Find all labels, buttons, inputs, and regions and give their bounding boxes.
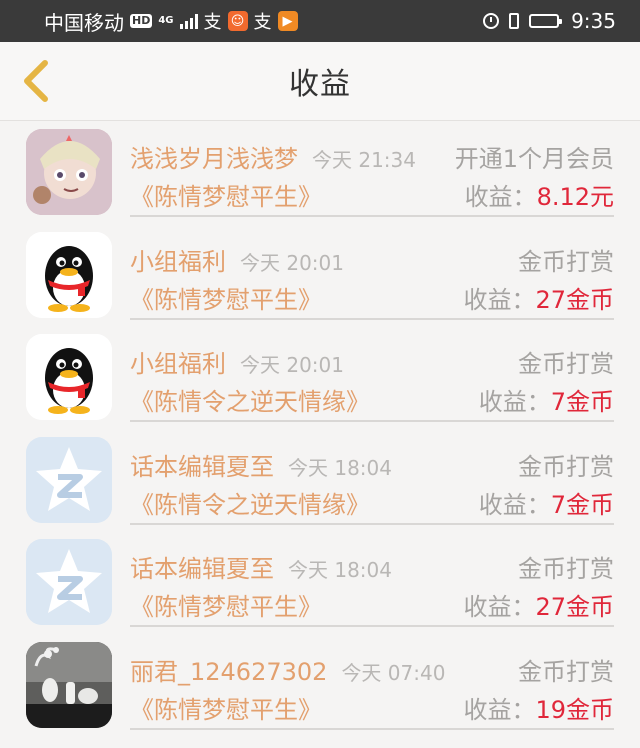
earning: 收益：27金币 bbox=[463, 587, 614, 622]
earning: 收益：27金币 bbox=[463, 280, 614, 315]
record-content: 话本编辑夏至 今天 18:04 金币打赏 《陈情梦慰平生》 收益：27金币 bbox=[130, 531, 614, 627]
record-type: 金币打赏 bbox=[518, 350, 614, 378]
alipay-notification-icon: 支 bbox=[203, 12, 222, 33]
page-title: 收益 bbox=[289, 67, 351, 102]
list-item[interactable]: 小组福利 今天 20:01 金币打赏 《陈情梦慰平生》 收益：27金币 bbox=[0, 224, 640, 327]
earning-value: 19金币 bbox=[535, 695, 614, 724]
record-time: 今天 20:01 bbox=[240, 250, 344, 275]
alipay-notification-icon: 支 bbox=[253, 12, 272, 33]
app-notification-icon: ☺ bbox=[227, 11, 248, 31]
alarm-icon bbox=[483, 13, 500, 29]
earning-label: 收益： bbox=[478, 388, 551, 416]
qq-penguin-avatar bbox=[26, 334, 112, 420]
battery-icon bbox=[529, 14, 563, 28]
qq-penguin-avatar bbox=[26, 231, 112, 318]
earning-label: 收益： bbox=[463, 285, 536, 314]
nav-bar: 收益 bbox=[0, 42, 640, 121]
chevron-left-icon bbox=[24, 60, 48, 102]
back-button[interactable] bbox=[14, 56, 58, 106]
qzone-star-avatar bbox=[26, 539, 112, 625]
record-content: 丽君_124627302 今天 07:40 金币打赏 《陈情梦慰平生》 收益：19… bbox=[130, 634, 614, 730]
record-type: 金币打赏 bbox=[518, 247, 614, 276]
sender-name: 话本编辑夏至 bbox=[130, 452, 274, 481]
record-time: 今天 07:40 bbox=[341, 660, 446, 685]
earning-label: 收益： bbox=[463, 593, 536, 621]
book-title: 《陈情梦慰平生》 bbox=[130, 285, 322, 314]
list-item[interactable]: 浅浅岁月浅浅梦 今天 21:34 开通1个月会员 《陈情梦慰平生》 收益：8.12… bbox=[0, 121, 640, 224]
hd-badge: HD bbox=[130, 14, 153, 28]
earning-value: 7金币 bbox=[550, 490, 614, 519]
list-item[interactable]: 话本编辑夏至 今天 18:04 金币打赏 《陈情梦慰平生》 收益：27金币 bbox=[0, 531, 640, 634]
book-title: 《陈情令之逆天情缘》 bbox=[130, 388, 370, 416]
earning: 收益：7金币 bbox=[479, 485, 614, 520]
list-item[interactable]: 话本编辑夏至 今天 18:04 金币打赏 《陈情令之逆天情缘》 收益：7金币 bbox=[0, 429, 640, 532]
record-time: 今天 20:01 bbox=[240, 353, 344, 377]
video-app-notification-icon: ▶ bbox=[277, 11, 298, 31]
record-content: 话本编辑夏至 今天 18:04 金币打赏 《陈情令之逆天情缘》 收益：7金币 bbox=[130, 429, 614, 525]
sender-name: 小组福利 bbox=[130, 247, 226, 276]
record-type: 金币打赏 bbox=[518, 452, 614, 481]
earning: 收益：7金币 bbox=[479, 382, 614, 417]
list-item[interactable]: 丽君_124627302 今天 07:40 金币打赏 《陈情梦慰平生》 收益：19… bbox=[0, 634, 640, 737]
earning-label: 收益： bbox=[478, 490, 551, 519]
earning-label: 收益： bbox=[463, 695, 536, 724]
list-item[interactable]: 小组福利 今天 20:01 金币打赏 《陈情令之逆天情缘》 收益：7金币 bbox=[0, 326, 640, 429]
book-title: 《陈情梦慰平生》 bbox=[130, 695, 322, 724]
record-content: 浅浅岁月浅浅梦 今天 21:34 开通1个月会员 《陈情梦慰平生》 收益：8.12… bbox=[130, 121, 614, 217]
earning-value: 27金币 bbox=[535, 285, 614, 314]
record-type: 金币打赏 bbox=[518, 657, 614, 686]
status-bar-left: 中国移动 HD 4G 支 ☺ 支 ▶ bbox=[44, 7, 298, 36]
status-bar-right: 9:35 bbox=[483, 9, 616, 33]
earning: 收益：8.12元 bbox=[465, 177, 614, 212]
network-type: 4G bbox=[158, 15, 174, 26]
earnings-list: 浅浅岁月浅浅梦 今天 21:34 开通1个月会员 《陈情梦慰平生》 收益：8.12… bbox=[0, 121, 640, 736]
qzone-star-avatar bbox=[26, 436, 112, 523]
record-content: 小组福利 今天 20:01 金币打赏 《陈情令之逆天情缘》 收益：7金币 bbox=[130, 326, 614, 422]
vase-photo-avatar bbox=[26, 641, 112, 728]
cartoon-girl-avatar bbox=[26, 129, 112, 215]
book-title: 《陈情梦慰平生》 bbox=[130, 593, 322, 621]
carrier-label: 中国移动 bbox=[44, 10, 124, 35]
earning-value: 8.12元 bbox=[536, 183, 614, 211]
record-type: 金币打赏 bbox=[518, 555, 614, 583]
record-type: 开通1个月会员 bbox=[454, 145, 614, 173]
earning-label: 收益： bbox=[464, 183, 537, 211]
earning-value: 7金币 bbox=[550, 388, 614, 416]
status-bar: 中国移动 HD 4G 支 ☺ 支 ▶ 9:35 bbox=[0, 0, 640, 42]
book-title: 《陈情梦慰平生》 bbox=[130, 183, 322, 211]
record-time: 今天 21:34 bbox=[312, 148, 416, 172]
status-time: 9:35 bbox=[571, 9, 616, 33]
book-title: 《陈情令之逆天情缘》 bbox=[130, 490, 370, 519]
record-time: 今天 18:04 bbox=[288, 558, 392, 582]
record-time: 今天 18:04 bbox=[288, 455, 392, 480]
signal-icon bbox=[179, 13, 198, 29]
sender-name: 话本编辑夏至 bbox=[130, 555, 274, 583]
sender-name: 浅浅岁月浅浅梦 bbox=[130, 145, 298, 173]
earning: 收益：19金币 bbox=[463, 690, 614, 725]
earning-value: 27金币 bbox=[535, 593, 614, 621]
sender-name: 小组福利 bbox=[130, 350, 226, 378]
vibrate-icon bbox=[509, 13, 520, 29]
sender-name: 丽君_124627302 bbox=[130, 657, 328, 686]
record-content: 小组福利 今天 20:01 金币打赏 《陈情梦慰平生》 收益：27金币 bbox=[130, 224, 614, 320]
